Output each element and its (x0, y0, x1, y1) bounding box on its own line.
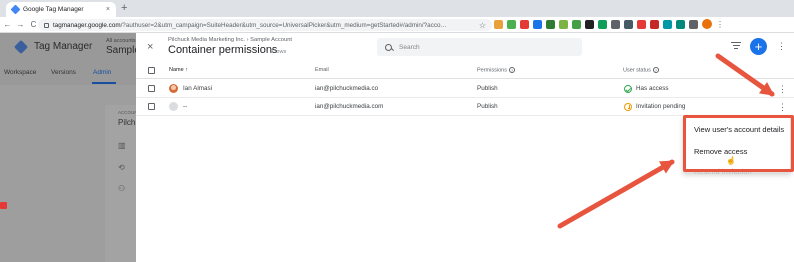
annotation-arrows (557, 53, 775, 229)
arrow-to-remove-access-shaft (557, 159, 675, 229)
